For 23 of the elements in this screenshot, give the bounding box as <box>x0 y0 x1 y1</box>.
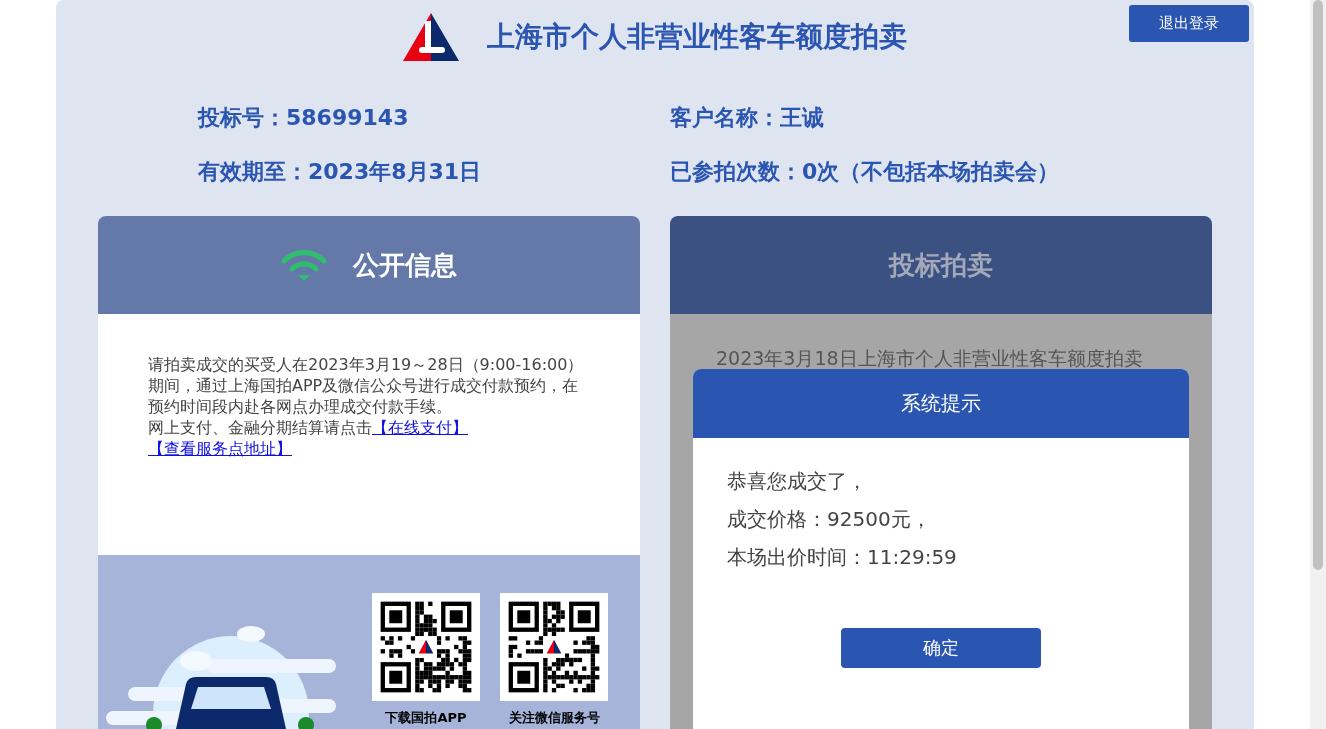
logo-icon <box>403 13 459 61</box>
scrollbar-thumb[interactable] <box>1313 0 1323 570</box>
notice-text: 请拍卖成交的买受人在2023年3月19～28日（9:00-16:00）期间，通过上海国拍APP及微信公众号进行成交付款预约，在预约时间段内赴各网点办理成交付款手续。 <box>148 354 585 417</box>
account-info: 投标号：58699143 <box>198 104 410 132</box>
account-info: 已参拍次数：0次（不包括本场拍卖会） <box>670 158 1061 186</box>
logout-button[interactable]: 退出登录 <box>1129 5 1249 42</box>
auction-notice: 2023年3月18日上海市个人非营业性客车额度拍卖 <box>716 346 1144 371</box>
account-info: 有效期至：2023年8月31日 <box>198 158 483 186</box>
page-title: 上海市个人非营业性客车额度拍卖 <box>487 19 907 55</box>
payment-note: 网上支付、金融分期结算请点击【在线支付】 【查看服务点地址】 <box>148 417 469 459</box>
link[interactable]: 【查看服务点地址】 <box>148 439 292 458</box>
confirm-button[interactable]: 确定 <box>841 628 1041 668</box>
link[interactable]: 【在线支付】 <box>372 418 468 437</box>
qr-caption: 下载国拍APP <box>385 709 467 727</box>
qr-caption: 关注微信服务号 <box>508 709 600 727</box>
wifi-icon <box>281 249 327 281</box>
panel-title: 公开信息 <box>353 248 457 282</box>
dialog-title: 系统提示 <box>901 390 981 417</box>
dialog-message: 本场出价时间：11:29:59 <box>727 544 958 571</box>
dialog-message: 成交价格：92500元， <box>727 506 932 533</box>
account-info: 客户名称：王诚 <box>670 104 825 132</box>
panel-title: 投标拍卖 <box>889 248 993 282</box>
dialog-message: 恭喜您成交了， <box>727 468 868 495</box>
